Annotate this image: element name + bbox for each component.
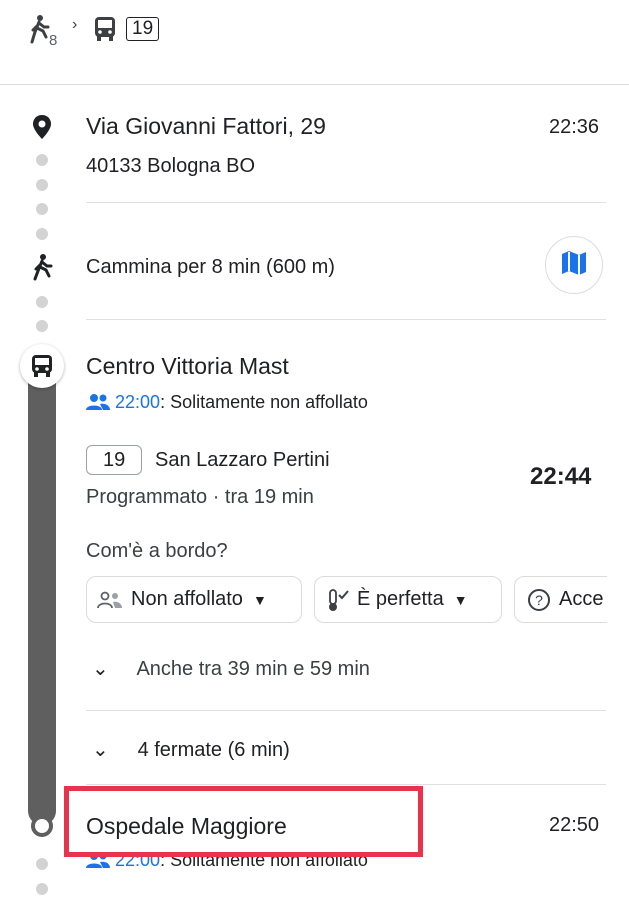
- accessibility-chip[interactable]: ? Acce: [514, 576, 607, 623]
- stops-expander[interactable]: ⌄ 4 fermate (6 min): [92, 737, 290, 762]
- crowd-chip[interactable]: Non affollato ▼: [86, 576, 302, 623]
- alight-time: 22:50: [549, 814, 600, 836]
- svg-text:?: ?: [535, 592, 543, 608]
- chip-label: Non affollato: [131, 588, 243, 610]
- divider: [86, 784, 606, 785]
- chevron-down-icon: ⌄: [92, 658, 109, 680]
- caret-down-icon: ▼: [453, 591, 468, 608]
- people-outline-icon: [97, 591, 123, 609]
- caret-down-icon: ▼: [252, 591, 267, 608]
- highlight-box: [64, 786, 423, 857]
- temperature-chip[interactable]: È perfetta ▼: [314, 576, 502, 623]
- chevron-down-icon: ⌄: [92, 739, 109, 761]
- more-departures-label: Anche tra 39 min e 59 min: [136, 658, 370, 680]
- thermometer-icon: [327, 588, 349, 612]
- chip-label: Acce: [559, 588, 604, 610]
- divider: [86, 710, 606, 711]
- help-circle-icon: ?: [527, 588, 551, 612]
- stops-count: 4 fermate (6 min): [137, 739, 290, 761]
- chip-label: È perfetta: [357, 588, 444, 610]
- more-departures-row[interactable]: ⌄ Anche tra 39 min e 59 min: [92, 656, 370, 681]
